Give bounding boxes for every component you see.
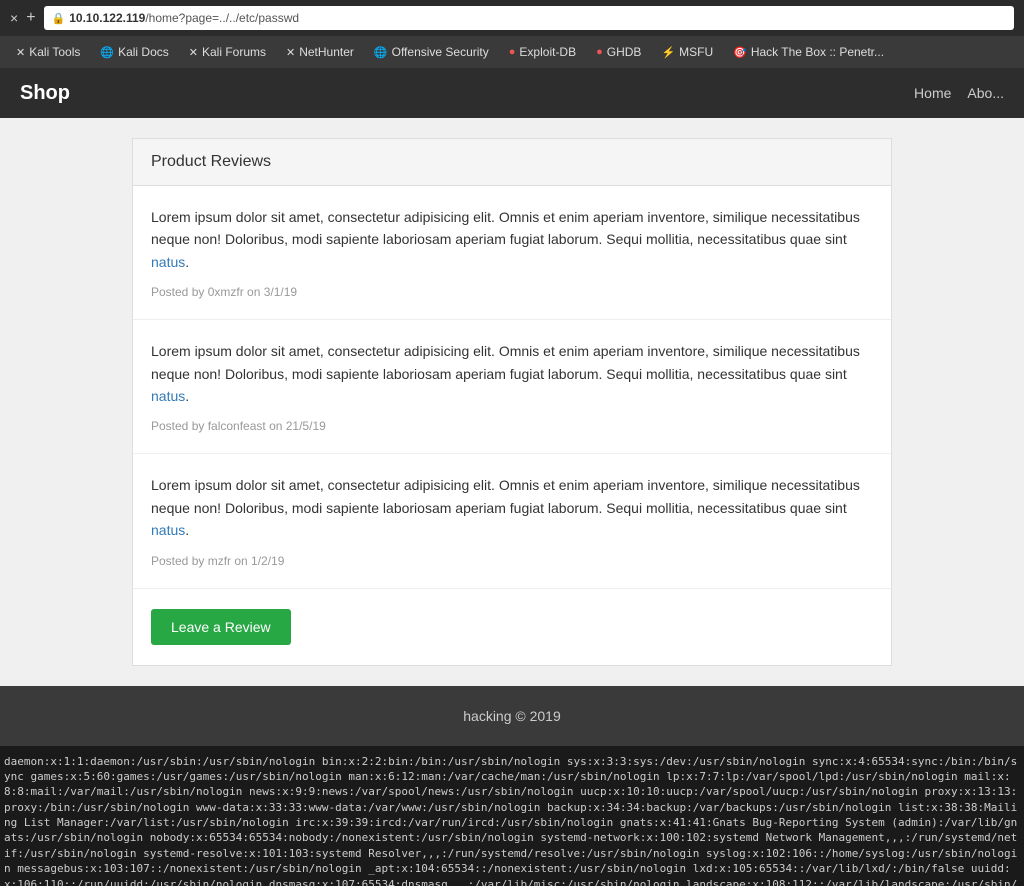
tab-add-icon[interactable]: + xyxy=(26,9,35,27)
bookmarks-bar: ✕ Kali Tools 🌐 Kali Docs ✕ Kali Forums ✕… xyxy=(0,36,1024,68)
content-box: Product Reviews Lorem ipsum dolor sit am… xyxy=(132,138,892,666)
bookmark-label: Offensive Security xyxy=(392,45,489,59)
reviews-header: Product Reviews xyxy=(133,139,891,186)
nav-home[interactable]: Home xyxy=(914,85,951,101)
address-bar[interactable]: 🔒 10.10.122.119/home?page=../../etc/pass… xyxy=(44,6,1014,30)
review-meta: Posted by falconfeast on 21/5/19 xyxy=(151,419,873,433)
bookmark-kali-forums[interactable]: ✕ Kali Forums xyxy=(181,42,274,62)
review-natus-link[interactable]: natus xyxy=(151,522,185,538)
offensive-security-icon: 🌐 xyxy=(374,46,388,59)
site-title: Shop xyxy=(20,82,70,105)
kali-forums-icon: ✕ xyxy=(189,46,198,59)
address-base: 10.10.122.119 xyxy=(69,11,145,25)
exploit-db-icon: ● xyxy=(509,46,516,58)
review-text-before: Lorem ipsum dolor sit amet, consectetur … xyxy=(151,343,860,381)
review-meta: Posted by 0xmzfr on 3/1/19 xyxy=(151,285,873,299)
reviews-body: Lorem ipsum dolor sit amet, consectetur … xyxy=(133,186,891,665)
review-natus-link[interactable]: natus xyxy=(151,254,185,270)
review-author-date: Posted by 0xmzfr on 3/1/19 xyxy=(151,285,297,299)
bookmark-label: Kali Docs xyxy=(118,45,169,59)
reviews-title: Product Reviews xyxy=(151,153,873,171)
tab-close-icon[interactable]: × xyxy=(10,10,18,26)
ghdb-icon: ● xyxy=(596,46,603,58)
bookmark-label: Hack The Box :: Penetr... xyxy=(751,45,884,59)
review-text: Lorem ipsum dolor sit amet, consectetur … xyxy=(151,474,873,541)
review-meta: Posted by mzfr on 1/2/19 xyxy=(151,554,873,568)
kali-tools-icon: ✕ xyxy=(16,46,25,59)
msfu-icon: ⚡ xyxy=(661,46,675,59)
review-text-before: Lorem ipsum dolor sit amet, consectetur … xyxy=(151,477,860,515)
hackthebox-icon: 🎯 xyxy=(733,46,747,59)
bookmark-label: Kali Tools xyxy=(29,45,80,59)
main-content: Product Reviews Lorem ipsum dolor sit am… xyxy=(0,118,1024,686)
browser-chrome: × + 🔒 10.10.122.119/home?page=../../etc/… xyxy=(0,0,1024,36)
review-author-date: Posted by mzfr on 1/2/19 xyxy=(151,554,284,568)
bookmark-exploit-db[interactable]: ● Exploit-DB xyxy=(501,42,584,62)
address-text: 10.10.122.119/home?page=../../etc/passwd xyxy=(69,11,299,25)
review-author-date: Posted by falconfeast on 21/5/19 xyxy=(151,419,326,433)
bookmark-offensive-security[interactable]: 🌐 Offensive Security xyxy=(366,42,497,62)
bookmark-kali-docs[interactable]: 🌐 Kali Docs xyxy=(92,42,176,62)
review-item: Lorem ipsum dolor sit amet, consectetur … xyxy=(133,454,891,588)
bookmark-label: Kali Forums xyxy=(202,45,266,59)
review-text-after: . xyxy=(185,388,189,404)
review-item: Lorem ipsum dolor sit amet, consectetur … xyxy=(133,186,891,320)
review-text: Lorem ipsum dolor sit amet, consectetur … xyxy=(151,340,873,407)
review-text: Lorem ipsum dolor sit amet, consectetur … xyxy=(151,206,873,273)
leave-review-section: Leave a Review xyxy=(133,589,891,665)
review-item: Lorem ipsum dolor sit amet, consectetur … xyxy=(133,320,891,454)
site-navbar: Shop Home Abo... xyxy=(0,68,1024,118)
kali-docs-icon: 🌐 xyxy=(100,46,114,59)
address-path: /home?page=../../etc/passwd xyxy=(145,11,299,25)
nethunter-icon: ✕ xyxy=(286,46,295,59)
bookmark-label: NetHunter xyxy=(299,45,354,59)
footer-text: hacking © 2019 xyxy=(463,708,561,724)
nav-about[interactable]: Abo... xyxy=(967,85,1004,101)
bookmark-hackthebox[interactable]: 🎯 Hack The Box :: Penetr... xyxy=(725,42,892,62)
bookmark-label: Exploit-DB xyxy=(519,45,576,59)
bookmark-ghdb[interactable]: ● GHDB xyxy=(588,42,649,62)
lock-icon: 🔒 xyxy=(52,12,66,25)
site-footer: hacking © 2019 xyxy=(0,686,1024,746)
review-text-after: . xyxy=(185,254,189,270)
leave-review-button[interactable]: Leave a Review xyxy=(151,609,291,645)
bookmark-label: MSFU xyxy=(679,45,713,59)
nav-links: Home Abo... xyxy=(914,85,1004,101)
bookmark-kali-tools[interactable]: ✕ Kali Tools xyxy=(8,42,88,62)
bookmark-msfu[interactable]: ⚡ MSFU xyxy=(653,42,721,62)
bookmark-label: GHDB xyxy=(607,45,642,59)
review-text-after: . xyxy=(185,522,189,538)
review-natus-link[interactable]: natus xyxy=(151,388,185,404)
review-text-before: Lorem ipsum dolor sit amet, consectetur … xyxy=(151,209,860,247)
bookmark-nethunter[interactable]: ✕ NetHunter xyxy=(278,42,362,62)
passwd-dump: daemon:x:1:1:daemon:/usr/sbin:/usr/sbin/… xyxy=(0,746,1024,886)
